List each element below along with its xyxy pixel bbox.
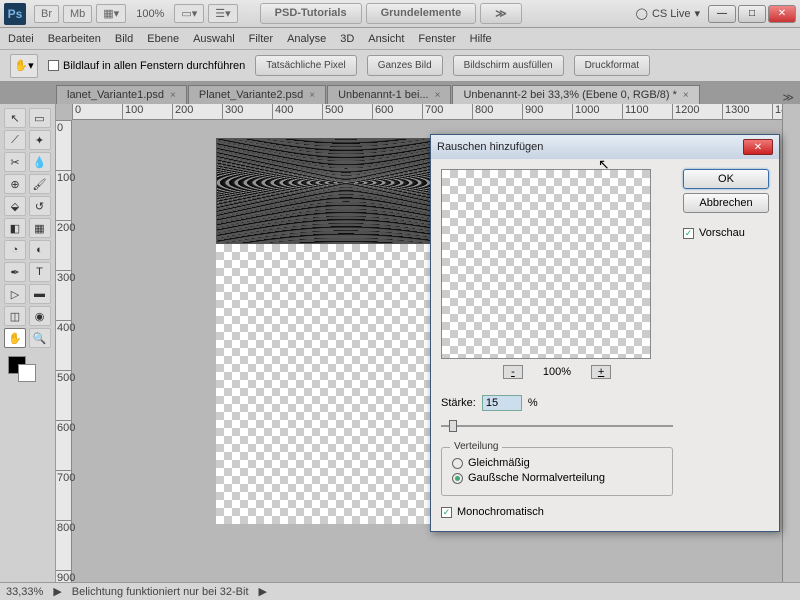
menu-ebene[interactable]: Ebene bbox=[147, 33, 179, 45]
bridge-button[interactable]: Br bbox=[34, 5, 59, 23]
arrange-button[interactable]: ▦▾ bbox=[96, 4, 126, 23]
ruler-vertical: 0100200300400500600700800900 bbox=[56, 120, 72, 582]
menu-ansicht[interactable]: Ansicht bbox=[368, 33, 404, 45]
type-tool-icon[interactable]: T bbox=[29, 262, 51, 282]
strength-label: Stärke: bbox=[441, 397, 476, 409]
panel-dock[interactable] bbox=[782, 104, 800, 582]
stamp-tool-icon[interactable]: ⬙ bbox=[4, 196, 26, 216]
ruler-horizontal: 0100200300400500600700800900100011001200… bbox=[72, 104, 782, 120]
tab-document[interactable]: Planet_Variante2.psd× bbox=[188, 85, 326, 104]
radio-gaussian[interactable] bbox=[452, 473, 463, 484]
menu-fenster[interactable]: Fenster bbox=[418, 33, 455, 45]
eyedropper-tool-icon[interactable]: 💧 bbox=[29, 152, 51, 172]
close-icon[interactable]: × bbox=[309, 90, 315, 101]
eraser-tool-icon[interactable]: ◧ bbox=[4, 218, 26, 238]
menu-bearbeiten[interactable]: Bearbeiten bbox=[48, 33, 101, 45]
tab-document[interactable]: lanet_Variante1.psd× bbox=[56, 85, 187, 104]
crop-tool-icon[interactable]: ✂ bbox=[4, 152, 26, 172]
dialog-title: Rauschen hinzufügen bbox=[437, 141, 543, 153]
scroll-all-checkbox[interactable] bbox=[48, 60, 59, 71]
photoshop-logo-icon: Ps bbox=[4, 3, 26, 25]
gradient-tool-icon[interactable]: ▦ bbox=[29, 218, 51, 238]
zoom-in-button[interactable]: + bbox=[591, 365, 611, 379]
zoom-display: 100% bbox=[136, 8, 164, 20]
window-maximize-button[interactable]: □ bbox=[738, 5, 766, 23]
menu-datei[interactable]: Datei bbox=[8, 33, 34, 45]
noise-preview[interactable] bbox=[441, 169, 651, 359]
cancel-button[interactable]: Abbrechen bbox=[683, 193, 769, 213]
path-tool-icon[interactable]: ▷ bbox=[4, 284, 26, 304]
print-size-button[interactable]: Druckformat bbox=[574, 55, 650, 76]
pen-tool-icon[interactable]: ✒ bbox=[4, 262, 26, 282]
extras-button[interactable]: ☰▾ bbox=[208, 4, 237, 23]
monochrome-label: Monochromatisch bbox=[457, 506, 544, 518]
hand-tool-icon[interactable]: ✋▾ bbox=[10, 54, 38, 78]
minibridge-button[interactable]: Mb bbox=[63, 5, 92, 23]
ok-button[interactable]: OK bbox=[683, 169, 769, 189]
document-tabbar: lanet_Variante1.psd× Planet_Variante2.ps… bbox=[0, 82, 800, 104]
dialog-titlebar[interactable]: Rauschen hinzufügen ✕ bbox=[431, 135, 779, 159]
menu-auswahl[interactable]: Auswahl bbox=[193, 33, 235, 45]
close-icon[interactable]: × bbox=[435, 90, 441, 101]
camera-tool-icon[interactable]: ◉ bbox=[29, 306, 51, 326]
blur-tool-icon[interactable]: ◔ bbox=[4, 240, 26, 260]
menu-hilfe[interactable]: Hilfe bbox=[470, 33, 492, 45]
titlebar: Ps Br Mb ▦▾ 100% ▭▾ ☰▾ PSD-Tutorials Gru… bbox=[0, 0, 800, 28]
wand-tool-icon[interactable]: ✦ bbox=[29, 130, 51, 150]
shape-tool-icon[interactable]: ▬ bbox=[29, 284, 51, 304]
lasso-tool-icon[interactable]: ⟋ bbox=[4, 130, 26, 150]
close-icon[interactable]: × bbox=[683, 90, 689, 101]
dodge-tool-icon[interactable]: ◐ bbox=[29, 240, 51, 260]
window-minimize-button[interactable]: — bbox=[708, 5, 736, 23]
3d-tool-icon[interactable]: ◫ bbox=[4, 306, 26, 326]
zoom-tool-icon[interactable]: 🔍 bbox=[29, 328, 51, 348]
close-icon[interactable]: × bbox=[170, 90, 176, 101]
menu-3d[interactable]: 3D bbox=[340, 33, 354, 45]
cslive-icon: ◯ bbox=[636, 7, 648, 20]
zoom-out-button[interactable]: - bbox=[503, 365, 523, 379]
preview-checkbox[interactable]: ✓ bbox=[683, 228, 694, 239]
menu-filter[interactable]: Filter bbox=[249, 33, 273, 45]
status-hint: Belichtung funktioniert nur bei 32-Bit bbox=[72, 586, 249, 598]
add-noise-dialog: Rauschen hinzufügen ✕ - 100% + Stärke: %… bbox=[430, 134, 780, 532]
cslive-button[interactable]: ◯ CS Live ▾ bbox=[636, 7, 700, 20]
fit-screen-button[interactable]: Ganzes Bild bbox=[367, 55, 443, 76]
toolbox: ↖ ▭ ⟋ ✦ ✂ 💧 ⊕ 🖌 ⬙ ↺ ◧ ▦ ◔ ◐ ✒ T ▷ ▬ ◫ ◉ … bbox=[0, 104, 56, 582]
scroll-all-label: Bildlauf in allen Fenstern durchführen bbox=[63, 60, 245, 72]
fill-screen-button[interactable]: Bildschirm ausfüllen bbox=[453, 55, 564, 76]
distribution-legend: Verteilung bbox=[450, 441, 502, 452]
strength-input[interactable] bbox=[482, 395, 522, 411]
strength-slider[interactable] bbox=[441, 417, 673, 435]
workspace-grundelemente-button[interactable]: Grundelemente bbox=[366, 3, 477, 24]
tabs-overflow-button[interactable]: ≫ bbox=[776, 91, 800, 104]
status-zoom[interactable]: 33,33% bbox=[6, 586, 43, 598]
healing-tool-icon[interactable]: ⊕ bbox=[4, 174, 26, 194]
menu-bild[interactable]: Bild bbox=[115, 33, 133, 45]
screen-mode-button[interactable]: ▭▾ bbox=[174, 4, 204, 23]
hand-tool-icon[interactable]: ✋ bbox=[4, 328, 26, 348]
workspace-more-button[interactable]: ≫ bbox=[480, 3, 522, 24]
preview-label: Vorschau bbox=[699, 227, 745, 239]
radio-uniform-label: Gleichmäßig bbox=[468, 457, 530, 469]
monochrome-checkbox[interactable]: ✓ bbox=[441, 507, 452, 518]
radio-gaussian-label: Gaußsche Normalverteilung bbox=[468, 472, 605, 484]
workspace-psdtutorials-button[interactable]: PSD-Tutorials bbox=[260, 3, 362, 24]
menubar: Datei Bearbeiten Bild Ebene Auswahl Filt… bbox=[0, 28, 800, 50]
history-brush-icon[interactable]: ↺ bbox=[29, 196, 51, 216]
brush-tool-icon[interactable]: 🖌 bbox=[29, 174, 51, 194]
options-bar: ✋▾ Bildlauf in allen Fenstern durchführe… bbox=[0, 50, 800, 82]
dialog-close-button[interactable]: ✕ bbox=[743, 139, 773, 155]
move-tool-icon[interactable]: ↖ bbox=[4, 108, 26, 128]
menu-analyse[interactable]: Analyse bbox=[287, 33, 326, 45]
radio-uniform[interactable] bbox=[452, 458, 463, 469]
actual-pixels-button[interactable]: Tatsächliche Pixel bbox=[255, 55, 356, 76]
marquee-tool-icon[interactable]: ▭ bbox=[29, 108, 51, 128]
window-close-button[interactable]: ✕ bbox=[768, 5, 796, 23]
tab-document[interactable]: Unbenannt-1 bei...× bbox=[327, 85, 451, 104]
zoom-percent: 100% bbox=[543, 366, 571, 378]
statusbar: 33,33% ▶ Belichtung funktioniert nur bei… bbox=[0, 582, 800, 600]
background-color-swatch[interactable] bbox=[18, 364, 36, 382]
tab-document[interactable]: Unbenannt-2 bei 33,3% (Ebene 0, RGB/8) *… bbox=[452, 85, 699, 104]
strength-unit: % bbox=[528, 397, 538, 409]
